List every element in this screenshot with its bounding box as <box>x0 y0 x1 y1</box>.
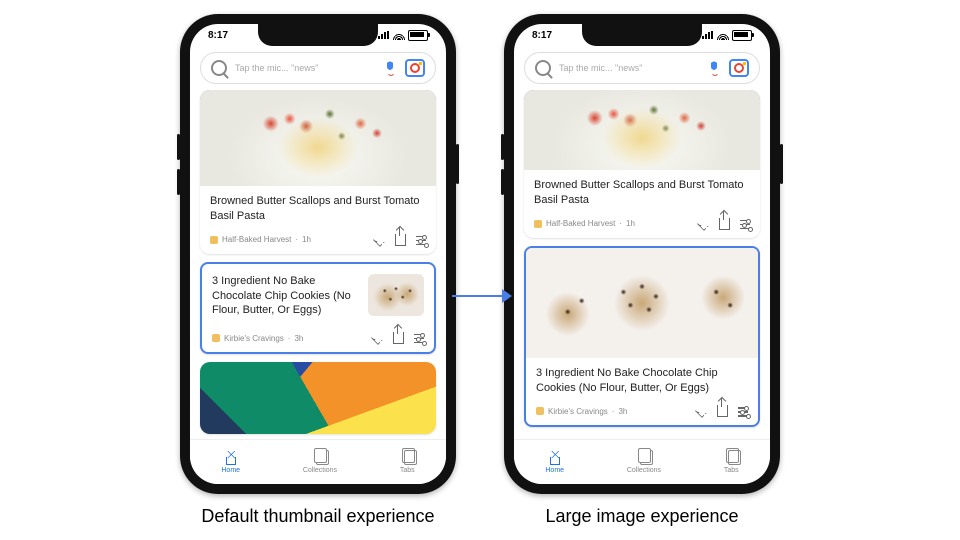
card-source: Half-Baked Harvest · 1h <box>210 235 311 244</box>
wifi-icon <box>717 31 729 40</box>
comparison-arrow <box>452 284 512 308</box>
tab-collections[interactable]: Collections <box>627 450 661 474</box>
search-bar[interactable]: Tap the mic... "news" <box>524 52 760 84</box>
share-icon[interactable] <box>719 218 730 230</box>
notch <box>582 24 702 46</box>
tab-collections[interactable]: Collections <box>303 450 337 474</box>
tune-icon[interactable] <box>738 406 748 416</box>
card-hero-image <box>526 248 758 358</box>
share-icon[interactable] <box>717 405 728 417</box>
share-icon[interactable] <box>395 234 406 246</box>
home-icon <box>223 451 239 465</box>
feed-card-tiles[interactable] <box>200 362 436 434</box>
arrow-right-icon <box>502 289 512 303</box>
bottom-tab-bar: Home Collections Tabs <box>514 439 770 484</box>
feed-card-pasta[interactable]: Browned Butter Scallops and Burst Tomato… <box>524 90 760 238</box>
card-title: 3 Ingredient No Bake Chocolate Chip Cook… <box>536 366 748 396</box>
battery-icon <box>732 30 752 41</box>
mic-icon[interactable] <box>707 60 721 76</box>
search-bar[interactable]: Tap the mic... "news" <box>200 52 436 84</box>
heart-icon[interactable] <box>695 404 709 418</box>
phone-screen: 8:17 Tap the mic... "news" Browned Butte… <box>190 24 446 484</box>
favicon-icon <box>210 236 218 244</box>
status-time: 8:17 <box>208 30 228 41</box>
card-title: 3 Ingredient No Bake Chocolate Chip Cook… <box>212 274 360 319</box>
feed: Browned Butter Scallops and Burst Tomato… <box>190 90 446 439</box>
tab-home[interactable]: Home <box>545 451 564 474</box>
feed-card-cookies-large[interactable]: 3 Ingredient No Bake Chocolate Chip Cook… <box>524 246 760 428</box>
card-hero-image <box>524 90 760 170</box>
card-hero-image <box>200 90 436 186</box>
tabs-icon <box>404 450 417 465</box>
notch <box>258 24 378 46</box>
search-icon <box>211 60 227 76</box>
favicon-icon <box>212 334 220 342</box>
battery-icon <box>408 30 428 41</box>
share-icon[interactable] <box>393 332 404 344</box>
search-placeholder: Tap the mic... "news" <box>559 63 699 73</box>
tune-icon[interactable] <box>740 219 750 229</box>
home-icon <box>547 451 563 465</box>
tune-icon[interactable] <box>416 235 426 245</box>
lens-icon[interactable] <box>405 59 425 77</box>
caption-left: Default thumbnail experience <box>201 506 434 527</box>
comparison-stage: 8:17 Tap the mic... "news" Browned Butte… <box>0 0 960 527</box>
feed: Browned Butter Scallops and Burst Tomato… <box>514 90 770 439</box>
phone-screen: 8:17 Tap the mic... "news" Browned Butte… <box>514 24 770 484</box>
collections-icon <box>316 450 329 465</box>
signal-icon <box>702 31 714 39</box>
phone-frame-left: 8:17 Tap the mic... "news" Browned Butte… <box>180 14 456 494</box>
card-source: Kirbie's Cravings · 3h <box>212 334 303 343</box>
tabs-icon <box>728 450 741 465</box>
tab-home[interactable]: Home <box>221 451 240 474</box>
card-title: Browned Butter Scallops and Burst Tomato… <box>534 178 750 208</box>
caption-right: Large image experience <box>545 506 738 527</box>
phone-frame-right: 8:17 Tap the mic... "news" Browned Butte… <box>504 14 780 494</box>
search-placeholder: Tap the mic... "news" <box>235 63 375 73</box>
bottom-tab-bar: Home Collections Tabs <box>190 439 446 484</box>
heart-icon[interactable] <box>373 233 387 247</box>
card-thumbnail-image <box>368 274 424 316</box>
favicon-icon <box>536 407 544 415</box>
signal-icon <box>378 31 390 39</box>
card-source: Kirbie's Cravings · 3h <box>536 407 627 416</box>
left-column: 8:17 Tap the mic... "news" Browned Butte… <box>180 14 456 527</box>
tab-tabs[interactable]: Tabs <box>724 450 739 474</box>
right-column: 8:17 Tap the mic... "news" Browned Butte… <box>504 14 780 527</box>
card-hero-image <box>200 362 436 434</box>
collections-icon <box>640 450 653 465</box>
lens-icon[interactable] <box>729 59 749 77</box>
mic-icon[interactable] <box>383 60 397 76</box>
search-icon <box>535 60 551 76</box>
feed-card-pasta[interactable]: Browned Butter Scallops and Burst Tomato… <box>200 90 436 254</box>
heart-icon[interactable] <box>371 331 385 345</box>
feed-card-cookies-thumbnail[interactable]: 3 Ingredient No Bake Chocolate Chip Cook… <box>200 262 436 355</box>
card-title: Browned Butter Scallops and Burst Tomato… <box>210 194 426 224</box>
tab-tabs[interactable]: Tabs <box>400 450 415 474</box>
card-source: Half-Baked Harvest · 1h <box>534 219 635 228</box>
favicon-icon <box>534 220 542 228</box>
tune-icon[interactable] <box>414 333 424 343</box>
heart-icon[interactable] <box>697 217 711 231</box>
wifi-icon <box>393 31 405 40</box>
status-time: 8:17 <box>532 30 552 41</box>
